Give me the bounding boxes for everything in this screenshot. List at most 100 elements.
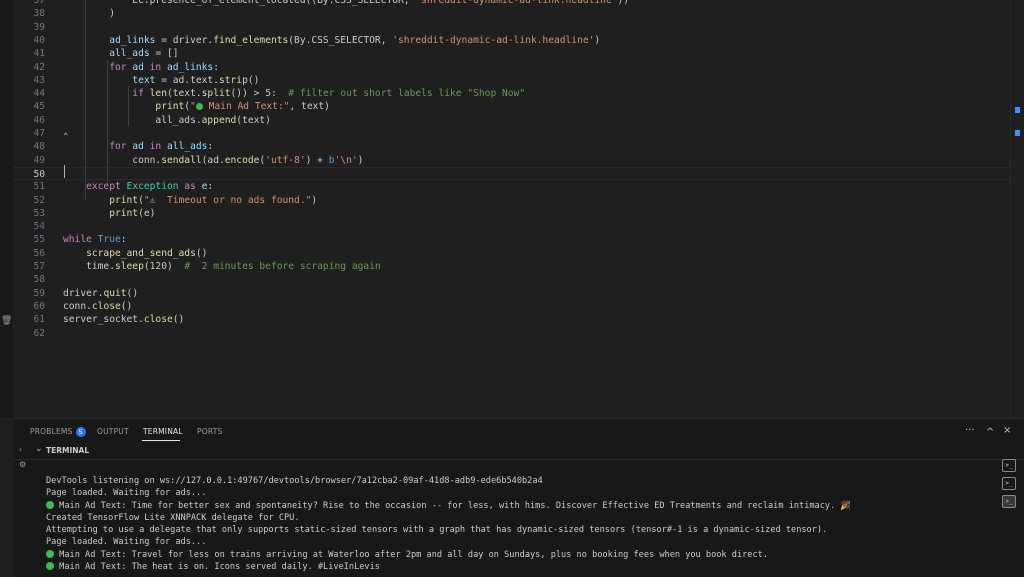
tab-terminal[interactable]: TERMINAL: [143, 427, 183, 436]
code-line[interactable]: 45 print(" Main Ad Text:", text): [13, 100, 1011, 113]
terminal-section-title: TERMINAL: [46, 446, 90, 455]
code-line[interactable]: 48 for ad in all_ads:: [13, 140, 1011, 153]
code-line[interactable]: 39: [13, 21, 1011, 34]
problems-count-badge: 5: [75, 427, 86, 437]
code-text: ): [63, 8, 115, 20]
code-line[interactable]: 55 while True:: [13, 233, 1011, 246]
terminal-line-text: DevTools listening on ws://127.0.0.1:497…: [46, 476, 543, 486]
tab-output[interactable]: OUTPUT: [97, 427, 129, 436]
terminal-line-text: Main Ad Text: The heat is on. Icons serv…: [54, 562, 380, 573]
line-number: 37: [33, 0, 45, 6]
line-number: 60: [33, 300, 45, 312]
code-text: print(e): [63, 207, 156, 219]
code-line[interactable]: 62: [13, 327, 1011, 340]
code-text: driver.quit(): [63, 287, 139, 299]
code-text: while True:: [63, 234, 127, 246]
code-line[interactable]: 49 conn.sendall(ad.encode('utf-8') + b'\…: [13, 154, 1011, 167]
gear-icon[interactable]: ⚙: [19, 460, 26, 469]
maximize-panel-icon[interactable]: ^: [986, 427, 994, 438]
tab-ports[interactable]: PORTS: [197, 427, 222, 436]
code-editor[interactable]: 37 EC.presence_of_element_located((By.CS…: [13, 0, 1011, 418]
terminal-line-text: Page loaded. Waiting for ads...: [46, 537, 207, 548]
code-line[interactable]: 43 text = ad.text.strip(): [13, 74, 1011, 87]
code-line[interactable]: 47: [13, 127, 1011, 140]
panel-tabs: PROBLEMS 5 OUTPUT TERMINAL PORTS ··· ^ ×: [13, 419, 1024, 443]
code-line[interactable]: 40 ad_links = driver.find_elements(By.CS…: [13, 34, 1011, 47]
terminal-line: Main Ad Text: Travel for less on trains …: [46, 549, 996, 561]
code-text: if len(text.split()) > 5: # filter out s…: [63, 88, 526, 100]
code-text: scrape_and_send_ads(): [63, 247, 208, 259]
terminal-instance-icon[interactable]: >_: [1002, 459, 1016, 472]
code-line[interactable]: 46 all_ads.append(text): [13, 114, 1011, 127]
code-line[interactable]: 37 EC.presence_of_element_located((By.CS…: [13, 0, 1011, 7]
line-number: 59: [33, 287, 45, 299]
code-line[interactable]: 56 scrape_and_send_ads(): [13, 247, 1011, 260]
terminal-line-text: Main Ad Text: Travel for less on trains …: [54, 549, 768, 560]
terminal-line-text: Created TensorFlow Lite XNNPACK delegate…: [46, 512, 300, 523]
chevron-right-icon[interactable]: ›: [19, 445, 22, 454]
activity-bar-edge: 🗑: [0, 0, 14, 418]
tab-problems[interactable]: PROBLEMS 5: [30, 427, 86, 437]
terminal-line-text: Attempting to use a delegate that only s…: [46, 525, 828, 536]
bottom-panel: PROBLEMS 5 OUTPUT TERMINAL PORTS ··· ^ × …: [13, 418, 1024, 577]
line-number: 51: [33, 181, 45, 193]
code-line[interactable]: 54: [13, 220, 1011, 233]
fold-chevron-icon[interactable]: ⌃: [63, 132, 68, 142]
terminal-instance-icon[interactable]: >_: [1002, 495, 1016, 508]
code-text: print("⚠ Timeout or no ads found."): [63, 194, 318, 206]
code-text: print(" Main Ad Text:", text): [63, 101, 330, 113]
code-text: EC.presence_of_element_located((By.CSS_S…: [63, 0, 630, 6]
line-number: 50: [33, 168, 45, 180]
terminal-line: DevTools listening on ws://127.0.0.1:497…: [46, 475, 996, 487]
green-circle-icon: [46, 500, 54, 509]
code-text: all_ads = []: [63, 48, 179, 60]
green-circle-icon: [46, 562, 54, 571]
code-line[interactable]: 53 print(e): [13, 207, 1011, 220]
line-number: 44: [33, 88, 45, 100]
code-line[interactable]: 42 for ad in ad_links:: [13, 61, 1011, 74]
line-number: 38: [33, 8, 45, 20]
code-line[interactable]: 58: [13, 273, 1011, 286]
line-number: 41: [33, 48, 45, 60]
terminal-section-header[interactable]: ⌄ TERMINAL: [13, 443, 1024, 460]
terminal-instance-icon[interactable]: >_: [1002, 477, 1016, 490]
code-line[interactable]: 38 ): [13, 7, 1011, 20]
line-number: 61: [33, 314, 45, 326]
code-line[interactable]: 41 all_ads = []: [13, 47, 1011, 60]
code-text: text = ad.text.strip(): [63, 74, 260, 86]
code-line[interactable]: 57 time.sleep(120) # 2 minutes before sc…: [13, 260, 1011, 273]
code-line[interactable]: 50: [13, 166, 1011, 180]
active-tab-indicator: [142, 440, 180, 441]
editor-scrollbar[interactable]: [1010, 0, 1024, 418]
line-number: 40: [33, 34, 45, 46]
line-number: 53: [33, 207, 45, 219]
scrollbar-marker: [1015, 107, 1020, 113]
close-panel-icon[interactable]: ×: [1003, 425, 1011, 436]
code-line[interactable]: 59 driver.quit(): [13, 287, 1011, 300]
line-number: 46: [33, 114, 45, 126]
terminal-line: Page loaded. Waiting for ads...: [46, 487, 996, 499]
terminal-line: Attempting to use a delegate that only s…: [46, 524, 996, 536]
chevron-down-icon[interactable]: ⌄: [35, 444, 43, 454]
line-number: 39: [33, 21, 45, 33]
line-number: 56: [33, 247, 45, 259]
code-line[interactable]: 60 conn.close(): [13, 300, 1011, 313]
more-actions-icon[interactable]: ···: [965, 425, 975, 436]
line-number: 49: [33, 154, 45, 166]
code-text: except Exception as e:: [63, 181, 214, 193]
code-line[interactable]: 52 print("⚠ Timeout or no ads found."): [13, 194, 1011, 207]
terminal-line: Main Ad Text: Time for better sex and sp…: [46, 500, 996, 512]
trash-icon[interactable]: 🗑: [1, 316, 12, 326]
code-line[interactable]: 44 if len(text.split()) > 5: # filter ou…: [13, 87, 1011, 100]
line-number: 45: [33, 101, 45, 113]
code-text: conn.close(): [63, 300, 133, 312]
green-circle-icon: [46, 549, 54, 558]
terminal-output[interactable]: DevTools listening on ws://127.0.0.1:497…: [46, 475, 996, 573]
line-number: 57: [33, 261, 45, 272]
terminal-line: Created TensorFlow Lite XNNPACK delegate…: [46, 512, 996, 524]
code-line[interactable]: 51 except Exception as e:: [13, 180, 1011, 193]
code-line[interactable]: 61 server_socket.close(): [13, 313, 1011, 326]
text-cursor: [64, 165, 65, 178]
terminal-line-text: Main Ad Text: Time for better sex and sp…: [54, 500, 852, 511]
line-number: 58: [33, 274, 45, 286]
